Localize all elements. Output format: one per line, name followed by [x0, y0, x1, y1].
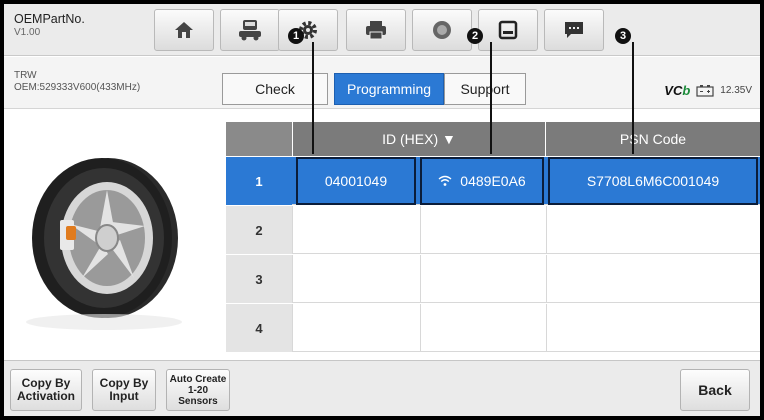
battery-voltage: 12.35V: [720, 85, 752, 96]
message-icon: [565, 22, 583, 38]
row-number: 4: [226, 304, 292, 352]
callout-line-2: [490, 42, 492, 154]
tire-icon: [26, 158, 182, 330]
callout-marker-3: 3: [615, 28, 631, 44]
table-row[interactable]: 2: [226, 206, 760, 254]
sensor-id2-cell[interactable]: [420, 304, 546, 352]
message-button[interactable]: [544, 9, 604, 51]
sensor-id2-value: 0489E0A6: [460, 173, 526, 189]
save-button[interactable]: [478, 9, 538, 51]
help-button[interactable]: [412, 9, 472, 51]
header-number: [226, 122, 292, 156]
settings-button[interactable]: [278, 9, 338, 51]
callout-line-1: [312, 42, 314, 154]
print-icon: [366, 21, 386, 40]
vehicle-info: TRW OEM:529333V600(433MHz): [14, 70, 140, 94]
psn-code-cell[interactable]: [546, 304, 760, 352]
top-toolbar: OEMPartNo. V1.00: [4, 4, 760, 56]
wireless-icon: [438, 175, 452, 186]
sensor-id-cell[interactable]: [292, 206, 420, 254]
print-button[interactable]: [346, 9, 406, 51]
vehicle-swap-button[interactable]: [220, 9, 280, 51]
tab-support[interactable]: Support: [444, 73, 526, 105]
table-row[interactable]: 3: [226, 255, 760, 303]
tab-programming[interactable]: Programming: [334, 73, 444, 105]
psn-code-cell[interactable]: [546, 206, 760, 254]
sensor-id2-cell[interactable]: [420, 206, 546, 254]
vehicle-info-bar: TRW OEM:529333V600(433MHz) Check Program…: [4, 57, 760, 109]
help-icon: [433, 21, 451, 39]
sensor-table: ID (HEX) ▼ PSN Code 1 04001049 0489E0A6 …: [226, 122, 760, 360]
vehicle-make: TRW: [14, 70, 37, 81]
vci-logo: VCb: [664, 83, 691, 98]
table-row[interactable]: 1 04001049 0489E0A6 S7708L6M6C001049: [226, 157, 760, 205]
row-number: 2: [226, 206, 292, 254]
psn-code-cell[interactable]: [546, 255, 760, 303]
oem-part-number: OEM:529333V600(433MHz): [14, 82, 141, 93]
header-id-hex[interactable]: ID (HEX) ▼: [293, 122, 545, 156]
home-button[interactable]: [154, 9, 214, 51]
app-title: OEMPartNo.: [14, 12, 85, 26]
back-button[interactable]: Back: [680, 369, 750, 411]
vehicle-swap-icon: [239, 20, 261, 41]
sensor-id-cell[interactable]: 04001049: [296, 157, 416, 205]
auto-create-sensors-button[interactable]: Auto Create 1-20 Sensors: [166, 369, 230, 411]
sensor-id2-cell[interactable]: 0489E0A6: [420, 157, 544, 205]
callout-marker-1: 1: [288, 28, 304, 44]
save-icon: [498, 20, 518, 40]
vci-status: VCb 12.35V: [664, 83, 752, 98]
bottom-action-bar: Copy By Activation Copy By Input Auto Cr…: [4, 360, 760, 416]
sensor-id-cell[interactable]: [292, 304, 420, 352]
copy-by-activation-button[interactable]: Copy By Activation: [10, 369, 82, 411]
row-number: 1: [226, 157, 292, 205]
app-title-block: OEMPartNo. V1.00: [14, 12, 85, 40]
table-row[interactable]: 4: [226, 304, 760, 352]
callout-line-3: [632, 42, 634, 154]
app-screen: OEMPartNo. V1.00 TRW OEM:529333V600(433M…: [4, 4, 760, 416]
home-icon: [175, 22, 193, 38]
battery-icon: [696, 84, 714, 97]
main-content: ID (HEX) ▼ PSN Code 1 04001049 0489E0A6 …: [4, 110, 760, 360]
sensor-id2-cell[interactable]: [420, 255, 546, 303]
header-psn-code: PSN Code: [546, 122, 760, 156]
sensor-id-cell[interactable]: [292, 255, 420, 303]
psn-code-cell[interactable]: S7708L6M6C001049: [548, 157, 758, 205]
row-number: 3: [226, 255, 292, 303]
app-version: V1.00: [14, 27, 41, 38]
device-frame: OEMPartNo. V1.00 TRW OEM:529333V600(433M…: [0, 0, 764, 420]
tire-illustration: [4, 110, 226, 360]
callout-marker-2: 2: [467, 28, 483, 44]
copy-by-input-button[interactable]: Copy By Input: [92, 369, 156, 411]
